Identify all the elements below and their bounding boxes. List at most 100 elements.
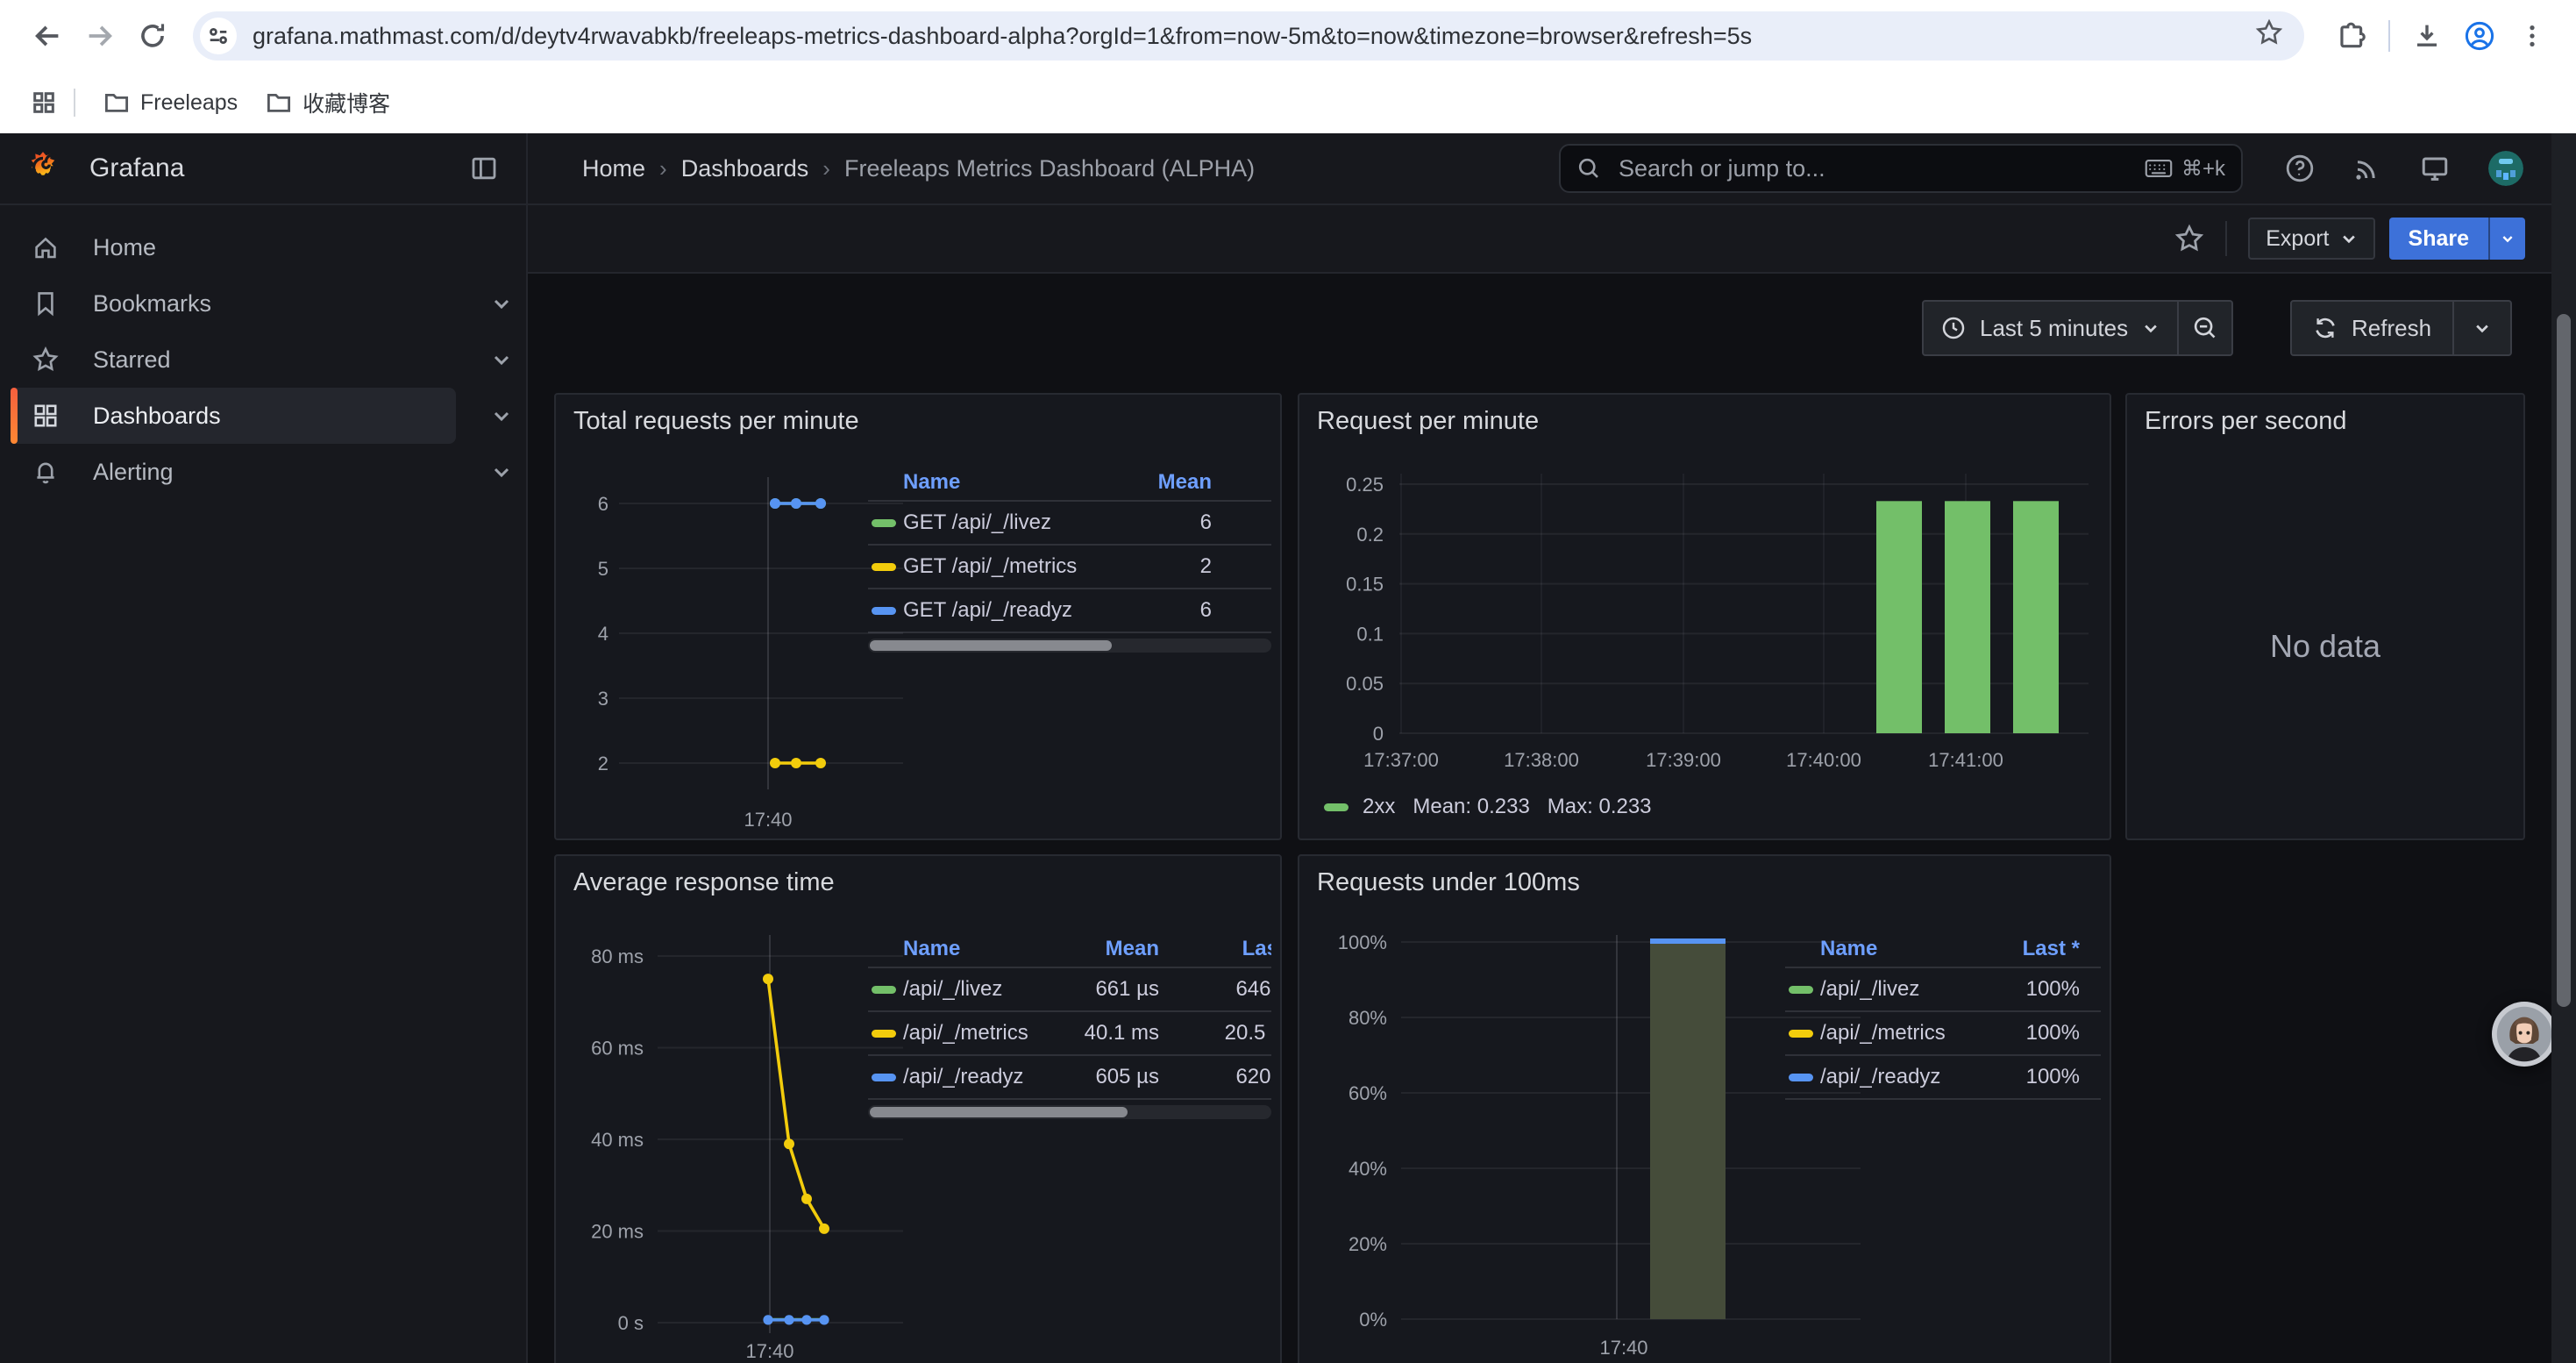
sidebar-expand-bookmarks[interactable] — [480, 282, 523, 325]
assistant-avatar[interactable] — [2492, 1002, 2557, 1067]
sidebar-link-alerting[interactable]: Alerting — [11, 444, 456, 500]
legend-row[interactable]: GET /api/_/livez6 — [868, 502, 1271, 544]
svg-text:100%: 100% — [1338, 931, 1387, 953]
legend-row[interactable]: /api/_/readyz605 µs620 µs — [868, 1056, 1271, 1098]
legend-row[interactable]: /api/_/livez100% — [1785, 968, 2101, 1010]
news-button[interactable] — [2353, 154, 2381, 182]
refresh-button[interactable]: Refresh — [2290, 300, 2454, 356]
svg-text:80%: 80% — [1348, 1007, 1387, 1029]
browser-menu-button[interactable] — [2506, 10, 2558, 62]
breadcrumb-dashboards[interactable]: Dashboards — [681, 155, 809, 182]
sidebar-item-label: Bookmarks — [93, 290, 211, 318]
back-button[interactable] — [21, 10, 74, 62]
downloads-button[interactable] — [2401, 10, 2453, 62]
legend-row[interactable]: /api/_/metrics100% — [1785, 1012, 2101, 1054]
legend-row[interactable]: GET /api/_/readyz6 — [868, 589, 1271, 632]
legend-scrollbar[interactable] — [868, 1105, 1271, 1119]
panel-title[interactable]: Average response time — [573, 868, 835, 897]
svg-text:5: 5 — [598, 558, 608, 580]
sidebar-expand-alerting[interactable] — [480, 451, 523, 493]
extensions-button[interactable] — [2325, 10, 2378, 62]
panel-legend: NameMeanGET /api/_/livez6GET /api/_/metr… — [868, 465, 1271, 658]
sidebar-expand-starred[interactable] — [480, 339, 523, 381]
dock-panel-icon — [470, 154, 498, 182]
url-bar[interactable]: grafana.mathmast.com/d/deytv4rwavabkb/fr… — [193, 11, 2304, 61]
sidebar-link-home[interactable]: Home — [11, 219, 456, 275]
kiosk-button[interactable] — [2420, 153, 2450, 183]
panel-legend[interactable]: 2xxMean: 0.233Max: 0.233 — [1324, 795, 1652, 819]
legend-series-name: 2xx — [1363, 795, 1395, 819]
time-range-picker[interactable]: Last 5 minutes — [1922, 300, 2179, 356]
legend-header: NameMean — [868, 465, 1271, 500]
dashboard-canvas: Last 5 minutes Refresh — [528, 274, 2576, 1363]
apps-grid-icon[interactable] — [21, 80, 67, 125]
sidebar-link-starred[interactable]: Starred — [11, 332, 456, 388]
series-color-pill — [1324, 803, 1348, 811]
svg-text:17:37:00: 17:37:00 — [1363, 749, 1439, 771]
bookmark-folder-blogs[interactable]: 收藏博客 — [252, 82, 404, 124]
zoom-out-time-button[interactable] — [2179, 300, 2233, 356]
favorite-dashboard-button[interactable] — [2174, 224, 2204, 253]
browser-toolbar: grafana.mathmast.com/d/deytv4rwavabkb/fr… — [0, 0, 2576, 72]
bookmark-folder-freeleaps[interactable]: Freeleaps — [89, 84, 252, 121]
svg-text:0.25: 0.25 — [1346, 474, 1384, 496]
share-button[interactable]: Share — [2389, 218, 2488, 260]
refresh-group: Refresh — [2290, 300, 2512, 356]
svg-text:0.05: 0.05 — [1346, 673, 1384, 695]
help-button[interactable] — [2285, 153, 2315, 183]
refresh-interval-button[interactable] — [2452, 300, 2512, 356]
svg-text:17:40: 17:40 — [744, 809, 792, 831]
extensions-icon — [2337, 21, 2366, 51]
toolbar-actions — [2325, 10, 2558, 62]
share-button-group: Share — [2389, 218, 2525, 260]
dock-sidebar-button[interactable] — [459, 153, 509, 184]
keyboard-icon — [2145, 158, 2173, 179]
legend-scrollbar[interactable] — [868, 639, 1271, 653]
sidebar-item-alerting: Alerting — [0, 444, 526, 500]
breadcrumb-home[interactable]: Home — [582, 155, 645, 182]
svg-text:2: 2 — [598, 753, 608, 774]
svg-text:20%: 20% — [1348, 1233, 1387, 1255]
share-menu-button[interactable] — [2488, 218, 2525, 260]
chart-total-requests: 6543217:40NameMeanGET /api/_/livez6GET /… — [556, 395, 1280, 838]
star-icon — [32, 346, 60, 374]
bookmarks-divider — [74, 89, 75, 117]
chevron-down-icon — [2340, 230, 2358, 247]
series-color-pill — [1789, 1030, 1813, 1038]
search-shortcut: ⌘+k — [2145, 156, 2225, 182]
back-icon — [32, 20, 63, 52]
chevron-down-icon — [2473, 319, 2491, 337]
browser-window: grafana.mathmast.com/d/deytv4rwavabkb/fr… — [0, 0, 2576, 1363]
legend-row[interactable]: /api/_/metrics40.1 ms20.5 ms — [868, 1012, 1271, 1054]
sidebar-item-label: Starred — [93, 346, 171, 374]
bookmark-star-icon[interactable] — [2255, 18, 2283, 54]
svg-text:17:40: 17:40 — [745, 1340, 793, 1362]
user-avatar[interactable] — [2488, 151, 2523, 186]
breadcrumb-separator: › — [822, 155, 830, 182]
profile-button[interactable] — [2453, 10, 2506, 62]
scrollbar-thumb[interactable] — [2557, 314, 2571, 1007]
legend-row[interactable]: /api/_/readyz100% — [1785, 1056, 2101, 1098]
panel-title[interactable]: Requests under 100ms — [1317, 868, 1580, 897]
site-settings-icon[interactable] — [200, 18, 237, 54]
svg-text:0.1: 0.1 — [1356, 623, 1384, 645]
header-icons — [2285, 151, 2523, 186]
sidebar-expand-dashboards[interactable] — [480, 395, 523, 437]
panel-title[interactable]: Errors per second — [2145, 407, 2347, 436]
forward-button[interactable] — [74, 10, 126, 62]
series-color-pill — [872, 519, 896, 527]
page-scrollbar[interactable] — [2551, 133, 2576, 1363]
panel-title[interactable]: Request per minute — [1317, 407, 1539, 436]
grafana-brand: Grafana — [89, 153, 184, 183]
export-button[interactable]: Export — [2248, 218, 2374, 260]
sidebar-link-bookmarks[interactable]: Bookmarks — [11, 275, 456, 332]
panel-title[interactable]: Total requests per minute — [573, 407, 859, 436]
search-bar[interactable]: ⌘+k — [1559, 144, 2243, 193]
reload-button[interactable] — [126, 10, 179, 62]
legend-row[interactable]: GET /api/_/metrics2 — [868, 546, 1271, 588]
series-color-pill — [872, 1074, 896, 1081]
search-input[interactable] — [1615, 153, 2145, 184]
bookmarks-bar: Freeleaps 收藏博客 — [0, 72, 2576, 133]
legend-row[interactable]: /api/_/livez661 µs646 µs — [868, 968, 1271, 1010]
sidebar-link-dashboards[interactable]: Dashboards — [11, 388, 456, 444]
